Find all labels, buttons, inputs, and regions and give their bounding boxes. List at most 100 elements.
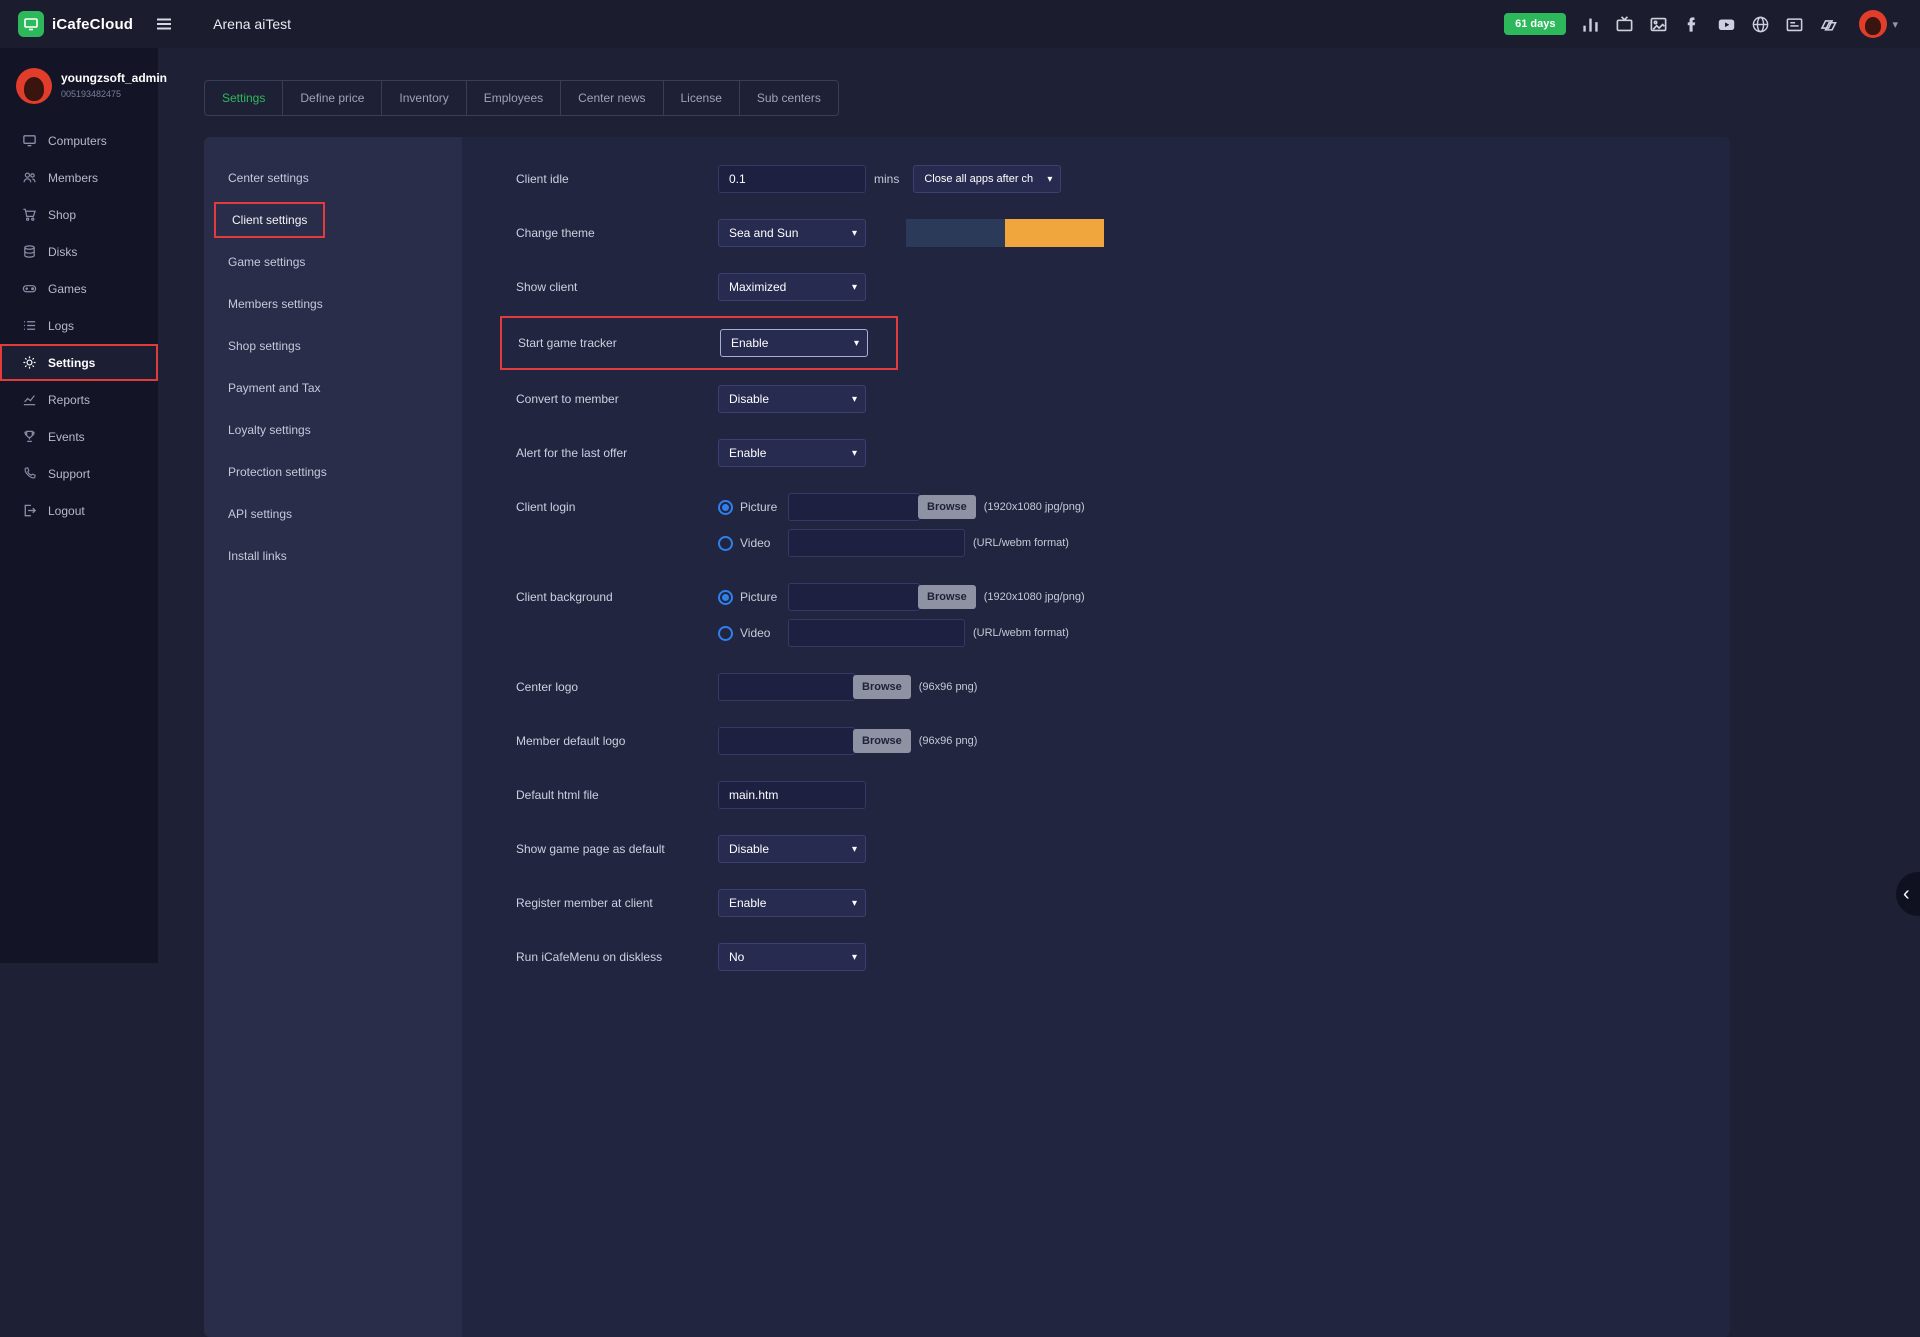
sidebar-item-logout[interactable]: Logout	[0, 492, 158, 529]
change-theme-select[interactable]: Sea and Sun ▾	[718, 219, 866, 247]
field-hint: (96x96 png)	[919, 681, 978, 693]
nav-api-settings[interactable]: API settings	[204, 493, 462, 535]
nav-shop-settings[interactable]: Shop settings	[204, 325, 462, 367]
unit-label: mins	[874, 172, 899, 186]
register-member-select[interactable]: Enable ▾	[718, 889, 866, 917]
row-convert-to-member: Convert to member Disable ▾	[516, 385, 1710, 413]
start-game-tracker-select[interactable]: Enable ▾	[720, 329, 868, 357]
nav-game-settings[interactable]: Game settings	[204, 241, 462, 283]
show-game-page-select[interactable]: Disable ▾	[718, 835, 866, 863]
hamburger-menu-icon[interactable]	[155, 15, 173, 33]
convert-to-member-select[interactable]: Disable ▾	[718, 385, 866, 413]
chevron-down-icon: ▾	[854, 338, 859, 349]
field-label: Show game page as default	[516, 842, 718, 856]
sidebar-item-members[interactable]: Members	[0, 159, 158, 196]
center-logo-browse-button[interactable]: Browse	[853, 675, 911, 699]
globe-icon[interactable]	[1751, 15, 1770, 34]
sidebar-item-reports[interactable]: Reports	[0, 381, 158, 418]
user-avatar	[1859, 10, 1887, 38]
field-hint: (96x96 png)	[919, 735, 978, 747]
app-logo: iCafeCloud	[18, 11, 133, 37]
client-background-picture-radio[interactable]	[718, 590, 733, 605]
sidebar-item-support[interactable]: Support	[0, 455, 158, 492]
tab-settings[interactable]: Settings	[204, 80, 283, 116]
tab-employees[interactable]: Employees	[467, 80, 561, 116]
monitor-icon	[22, 133, 37, 148]
nav-install-links[interactable]: Install links	[204, 535, 462, 577]
layers-icon[interactable]	[1819, 15, 1838, 34]
member-default-logo-browse-button[interactable]: Browse	[853, 729, 911, 753]
settings-panel: Center settings Client settings Game set…	[204, 137, 1730, 1337]
client-background-picture-input[interactable]	[788, 583, 920, 611]
sidebar-item-logs[interactable]: Logs	[0, 307, 158, 344]
sidebar-item-settings[interactable]: Settings	[0, 344, 158, 381]
client-background-picture-browse-button[interactable]: Browse	[918, 585, 976, 609]
tab-define-price[interactable]: Define price	[283, 80, 382, 116]
license-days-badge[interactable]: 61 days	[1504, 13, 1566, 35]
field-label: Show client	[516, 280, 718, 294]
youtube-icon[interactable]	[1717, 15, 1736, 34]
client-login-picture-input[interactable]	[788, 493, 920, 521]
list-icon	[22, 318, 37, 333]
tv-icon[interactable]	[1615, 15, 1634, 34]
sidebar-item-label: Events	[48, 430, 85, 444]
field-hint: (URL/webm format)	[973, 537, 1069, 549]
nav-client-settings[interactable]: Client settings	[214, 202, 325, 238]
nav-protection-settings[interactable]: Protection settings	[204, 451, 462, 493]
tab-sub-centers[interactable]: Sub centers	[740, 80, 839, 116]
sidebar-item-label: Disks	[48, 245, 77, 259]
sidebar-item-label: Support	[48, 467, 90, 481]
field-label: Client background	[516, 583, 718, 604]
users-icon	[22, 170, 37, 185]
sidebar-item-disks[interactable]: Disks	[0, 233, 158, 270]
default-html-file-input[interactable]	[718, 781, 866, 809]
chevron-down-icon: ▾	[852, 952, 857, 963]
sidebar-item-label: Logs	[48, 319, 74, 333]
license-card-icon[interactable]	[1785, 15, 1804, 34]
client-login-picture-browse-button[interactable]: Browse	[918, 495, 976, 519]
client-background-video-input[interactable]	[788, 619, 965, 647]
client-idle-action-select[interactable]: Close all apps after ch ▾	[913, 165, 1061, 193]
field-label: Member default logo	[516, 734, 718, 748]
row-client-background: Client background Picture Browse (1920x1…	[516, 583, 1710, 647]
topbar-actions: 61 days	[1504, 10, 1898, 38]
client-background-video-radio[interactable]	[718, 626, 733, 641]
tab-inventory[interactable]: Inventory	[382, 80, 466, 116]
stats-icon[interactable]	[1581, 15, 1600, 34]
center-logo-input[interactable]	[718, 673, 855, 701]
tab-center-news[interactable]: Center news	[561, 80, 663, 116]
run-icafemenu-select[interactable]: No ▾	[718, 943, 866, 971]
field-hint: (1920x1080 jpg/png)	[984, 501, 1085, 513]
logout-icon	[22, 503, 37, 518]
show-client-select[interactable]: Maximized ▾	[718, 273, 866, 301]
sidebar: youngzsoft_admin 005193482475 Computers …	[0, 48, 158, 963]
member-default-logo-input[interactable]	[718, 727, 855, 755]
sidebar-item-label: Games	[48, 282, 87, 296]
username: youngzsoft_admin	[61, 68, 167, 85]
client-login-video-radio[interactable]	[718, 536, 733, 551]
facebook-icon[interactable]	[1683, 15, 1702, 34]
chevron-down-icon: ▾	[852, 394, 857, 405]
nav-loyalty-settings[interactable]: Loyalty settings	[204, 409, 462, 451]
tab-license[interactable]: License	[664, 80, 740, 116]
app-logo-text: iCafeCloud	[52, 16, 133, 33]
row-default-html-file: Default html file	[516, 781, 1710, 809]
sidebar-item-label: Members	[48, 171, 98, 185]
client-login-video-input[interactable]	[788, 529, 965, 557]
sidebar-item-shop[interactable]: Shop	[0, 196, 158, 233]
client-idle-input[interactable]	[718, 165, 866, 193]
nav-center-settings[interactable]: Center settings	[204, 157, 462, 199]
row-client-login: Client login Picture Browse (1920x1080 j…	[516, 493, 1710, 557]
image-icon[interactable]	[1649, 15, 1668, 34]
nav-payment-and-tax[interactable]: Payment and Tax	[204, 367, 462, 409]
client-login-picture-radio[interactable]	[718, 500, 733, 515]
field-label: Alert for the last offer	[516, 446, 718, 460]
client-background-video-line: Video (URL/webm format)	[718, 619, 1085, 647]
user-menu[interactable]: ▾	[1859, 10, 1898, 38]
sidebar-item-games[interactable]: Games	[0, 270, 158, 307]
sidebar-item-events[interactable]: Events	[0, 418, 158, 455]
sidebar-item-computers[interactable]: Computers	[0, 122, 158, 159]
nav-members-settings[interactable]: Members settings	[204, 283, 462, 325]
tab-bar: Settings Define price Inventory Employee…	[204, 80, 1730, 116]
alert-last-offer-select[interactable]: Enable ▾	[718, 439, 866, 467]
